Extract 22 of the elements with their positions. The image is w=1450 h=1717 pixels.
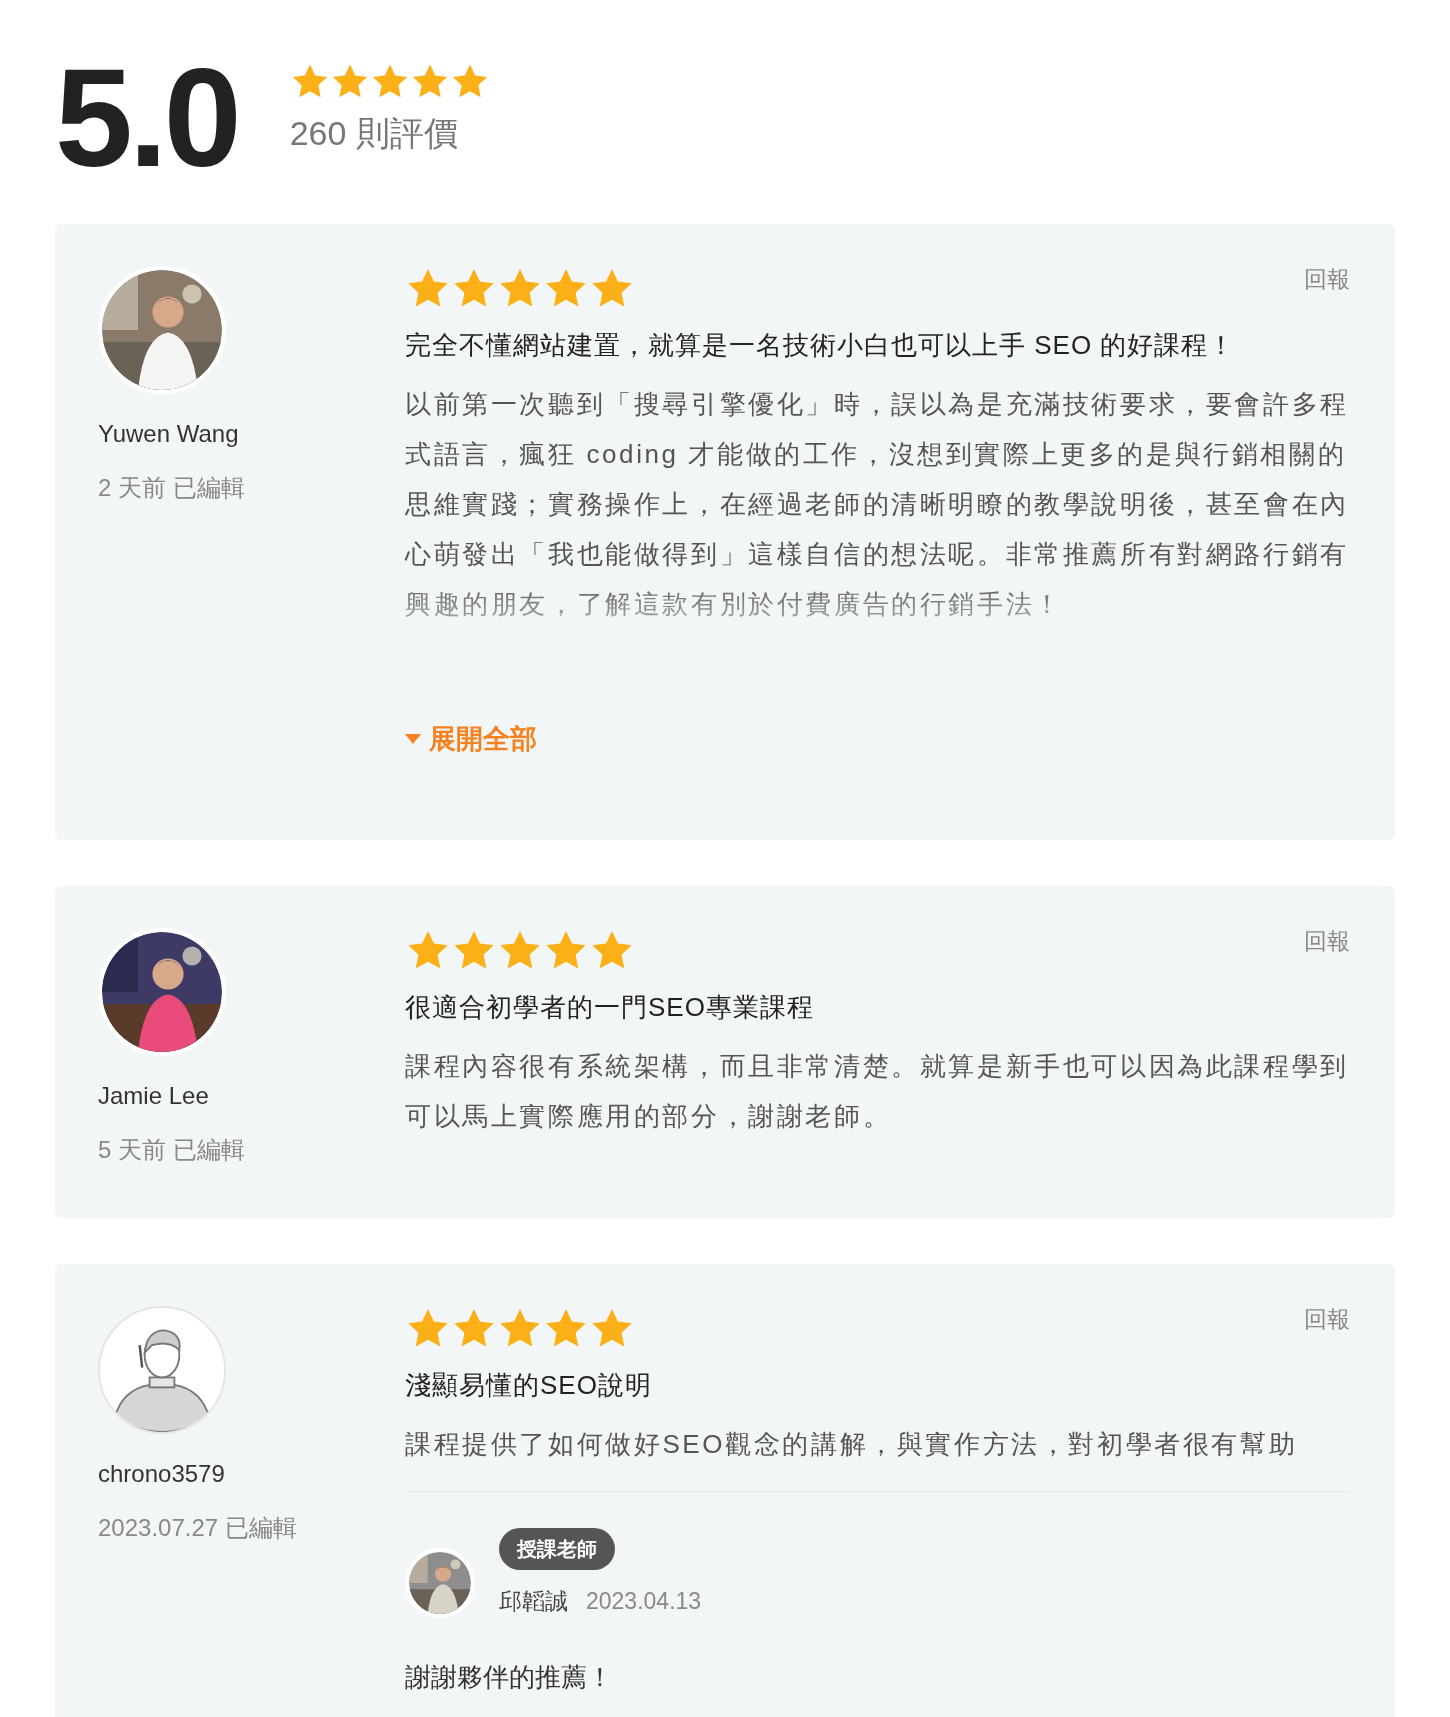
review-title: 很適合初學者的一門SEO專業課程 (405, 990, 815, 1024)
report-link[interactable]: 回報 (1304, 262, 1350, 297)
report-link[interactable]: 回報 (1304, 1301, 1350, 1336)
reviewer-name: chrono3579 (98, 1458, 226, 1489)
review-title: 完全不懂網站建置，就算是一名技術小白也可以上手 SEO 的好課程！ (405, 329, 1237, 362)
review-body: 課程提供了如何做好SEO觀念的講解，與實作方法，對初學者很有幫助 (405, 1427, 1299, 1461)
review-date: 2023.07.27 已編輯 (98, 1512, 298, 1543)
review-body: 課程內容很有系統架構，而且非常清楚。就算是新手也可以因為此課程學到可以馬上實際應用的部分，謝謝老師。 (405, 1049, 1350, 1133)
average-score: 5.0 (55, 48, 238, 188)
review-count: 260 則評價 (289, 112, 459, 154)
instructor-name: 邱韜誠 (499, 1586, 568, 1616)
review-title: 淺顯易懂的SEO說明 (405, 1368, 653, 1402)
review-body: 以前第一次聽到「搜尋引擎優化」時，誤以為是充滿技術要求，要會許多程式語言，瘋狂 coding 才能做的工作，沒想到實際上更多的是與行銷相關的思維實踐；實務操作上，在經過老師的清晰明瞭的教學說明後，甚至會在內心萌發出「我也能做得到」這樣自信的想法呢。非常推薦所有對網路行銷有興趣的朋友，了解這款有別於付費廣告的行銷手法！ (405, 388, 1350, 621)
reviewer-name: Jamie Lee (98, 1080, 210, 1111)
review-date: 2 天前 已編輯 (98, 473, 246, 503)
reviewer-name: Yuwen Wang (98, 419, 240, 449)
reply-date: 2023.04.13 (586, 1586, 702, 1616)
report-link[interactable]: 回報 (1304, 923, 1350, 958)
expand-toggle[interactable]: 展開全部 (405, 719, 1350, 760)
review-date: 5 天前 已編輯 (98, 1134, 246, 1165)
instructor-badge: 授課老師 (499, 1527, 615, 1570)
reply-text: 謝謝夥伴的推薦！ (405, 1661, 614, 1694)
